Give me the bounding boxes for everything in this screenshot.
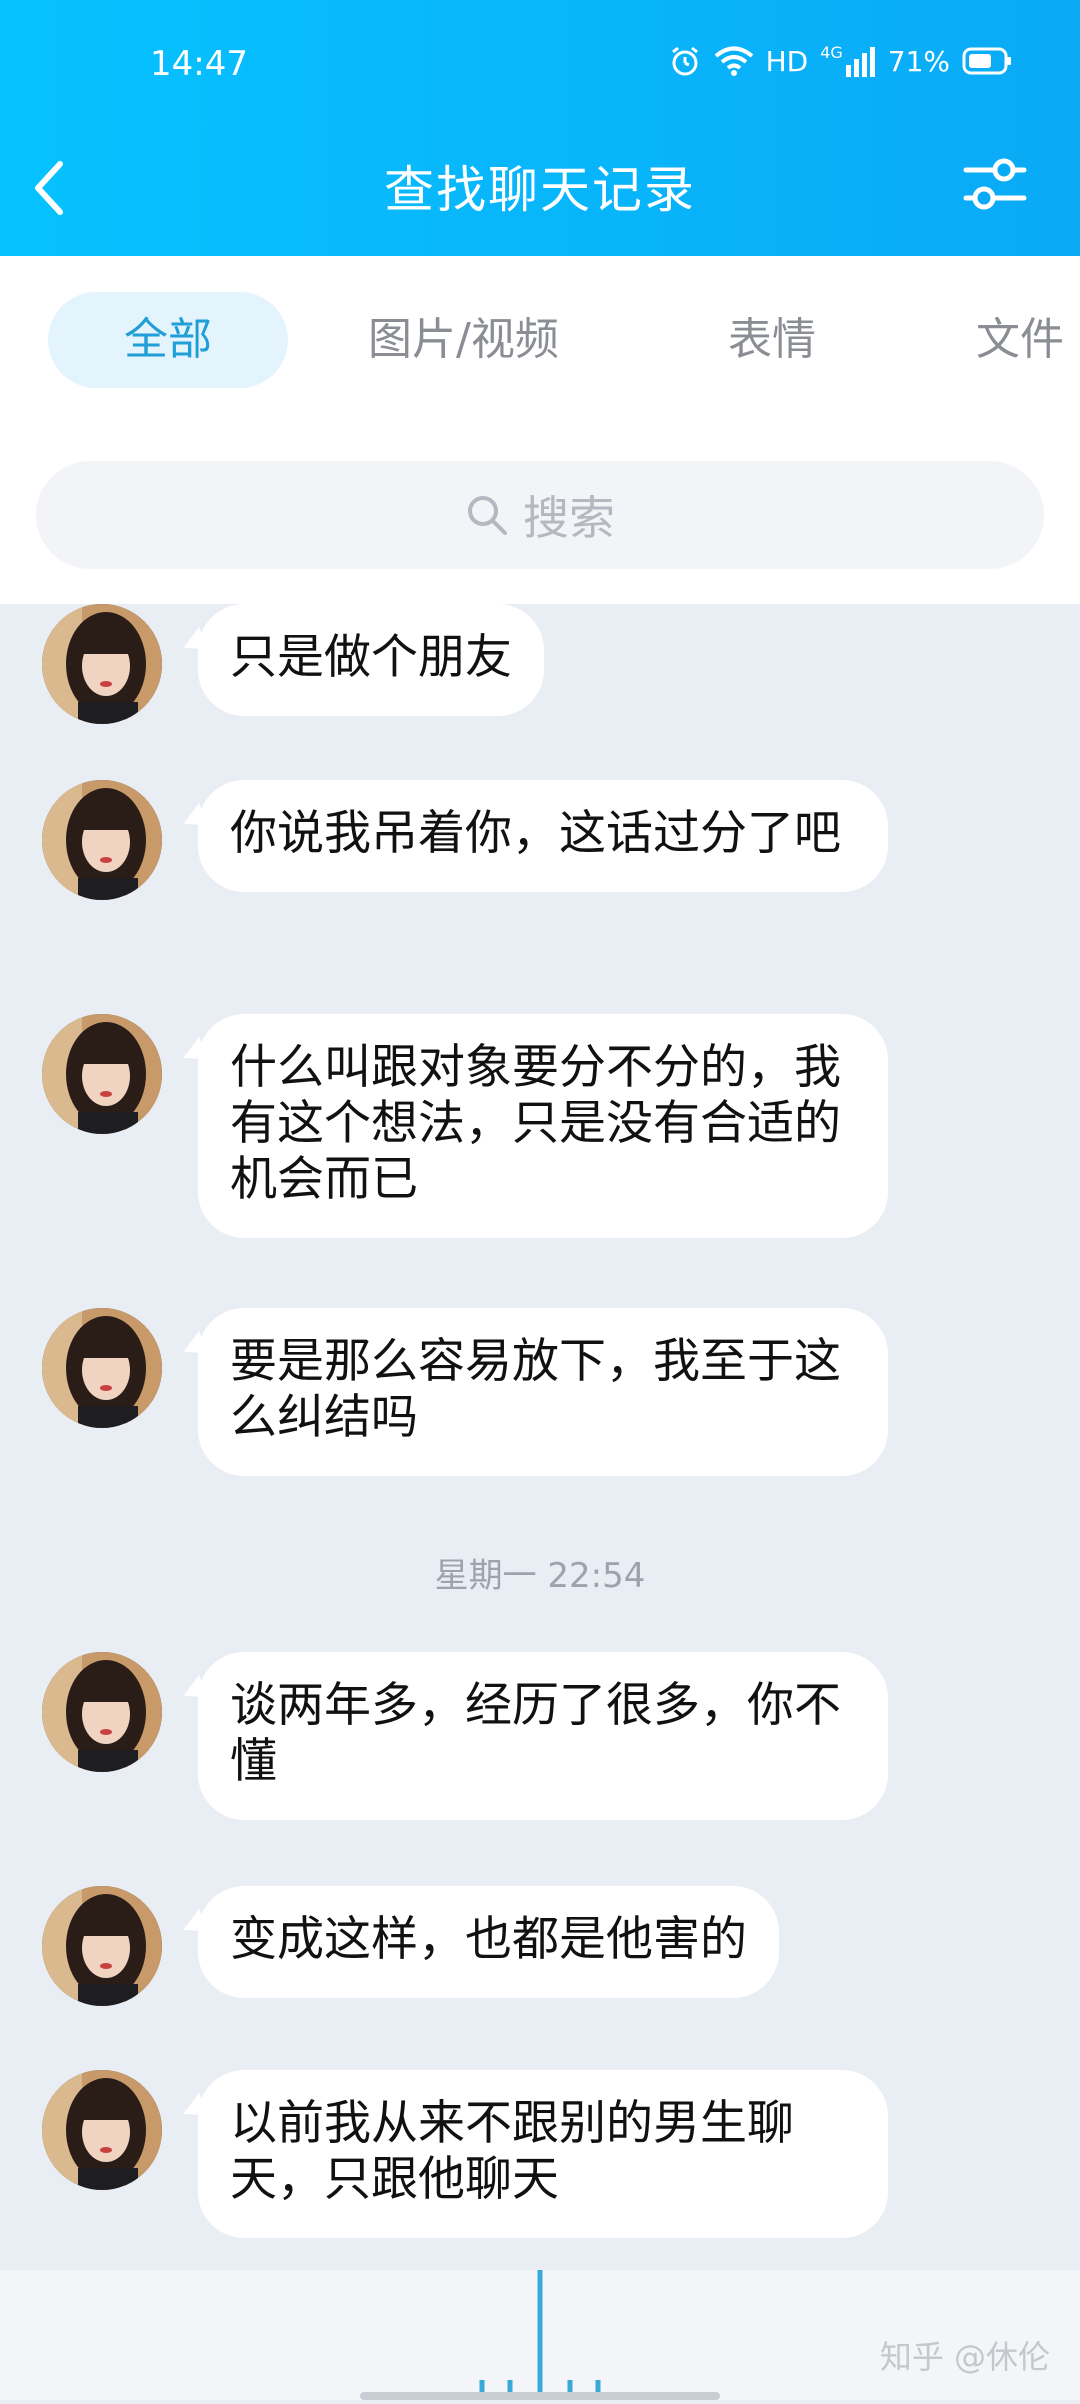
message-bubble: 谈两年多，经历了很多，你不懂 bbox=[198, 1652, 888, 1820]
status-bar: 14:47 HD 4G 71% bbox=[0, 40, 1080, 90]
page-title: 查找聊天记录 bbox=[384, 161, 696, 219]
watermark: 知乎 @休伦 bbox=[879, 2338, 1050, 2376]
filter-button[interactable] bbox=[960, 148, 1030, 218]
battery-icon bbox=[962, 46, 1012, 76]
avatar bbox=[42, 604, 162, 724]
status-time: 14:47 bbox=[150, 44, 248, 84]
tab-all[interactable]: 全部 bbox=[48, 292, 288, 388]
avatar bbox=[42, 1886, 162, 2006]
search-placeholder: 搜索 bbox=[523, 491, 615, 545]
search-panel: 全部 图片/视频 表情 文件 搜索 bbox=[0, 256, 1080, 604]
tab-images-videos[interactable]: 图片/视频 bbox=[368, 292, 559, 388]
search-icon bbox=[468, 496, 507, 535]
avatar bbox=[42, 2070, 162, 2190]
signal-icon: 4G bbox=[820, 45, 876, 77]
network-type-label: 4G bbox=[820, 43, 843, 62]
alarm-icon bbox=[668, 44, 702, 78]
message-bubble: 你说我吊着你，这话过分了吧 bbox=[198, 780, 888, 892]
avatar bbox=[42, 1308, 162, 1428]
message-bubble: 变成这样，也都是他害的 bbox=[198, 1886, 779, 1998]
wifi-icon bbox=[714, 45, 754, 77]
message-bubble: 要是那么容易放下，我至于这么纠结吗 bbox=[198, 1308, 888, 1476]
battery-percent: 71% bbox=[887, 44, 950, 78]
date-divider: 星期一 22:54 bbox=[434, 1556, 646, 1596]
app-header: 14:47 HD 4G 71% 查找聊天记录 bbox=[0, 0, 1080, 256]
chat-history[interactable]: 只是做个朋友 你说我吊着你，这话过分了吧 什么叫跟对象要分不分的，我有这个想法，… bbox=[0, 604, 1080, 2270]
message-bubble: 只是做个朋友 bbox=[198, 604, 544, 716]
message-bubble: 以前我从来不跟别的男生聊天，只跟他聊天 bbox=[198, 2070, 888, 2238]
tab-stickers[interactable]: 表情 bbox=[728, 292, 816, 388]
sliders-icon bbox=[963, 158, 1027, 210]
avatar bbox=[42, 780, 162, 900]
tab-files[interactable]: 文件 bbox=[976, 292, 1064, 388]
avatar bbox=[42, 1652, 162, 1772]
avatar bbox=[42, 1014, 162, 1134]
search-input[interactable]: 搜索 bbox=[36, 461, 1044, 569]
hd-label: HD bbox=[765, 44, 809, 78]
tab-bar: 全部 图片/视频 表情 文件 bbox=[0, 292, 1080, 392]
title-bar: 查找聊天记录 bbox=[0, 140, 1080, 230]
status-icons: HD 4G 71% bbox=[668, 44, 1012, 78]
message-bubble: 什么叫跟对象要分不分的，我有这个想法，只是没有合适的机会而已 bbox=[198, 1014, 888, 1238]
